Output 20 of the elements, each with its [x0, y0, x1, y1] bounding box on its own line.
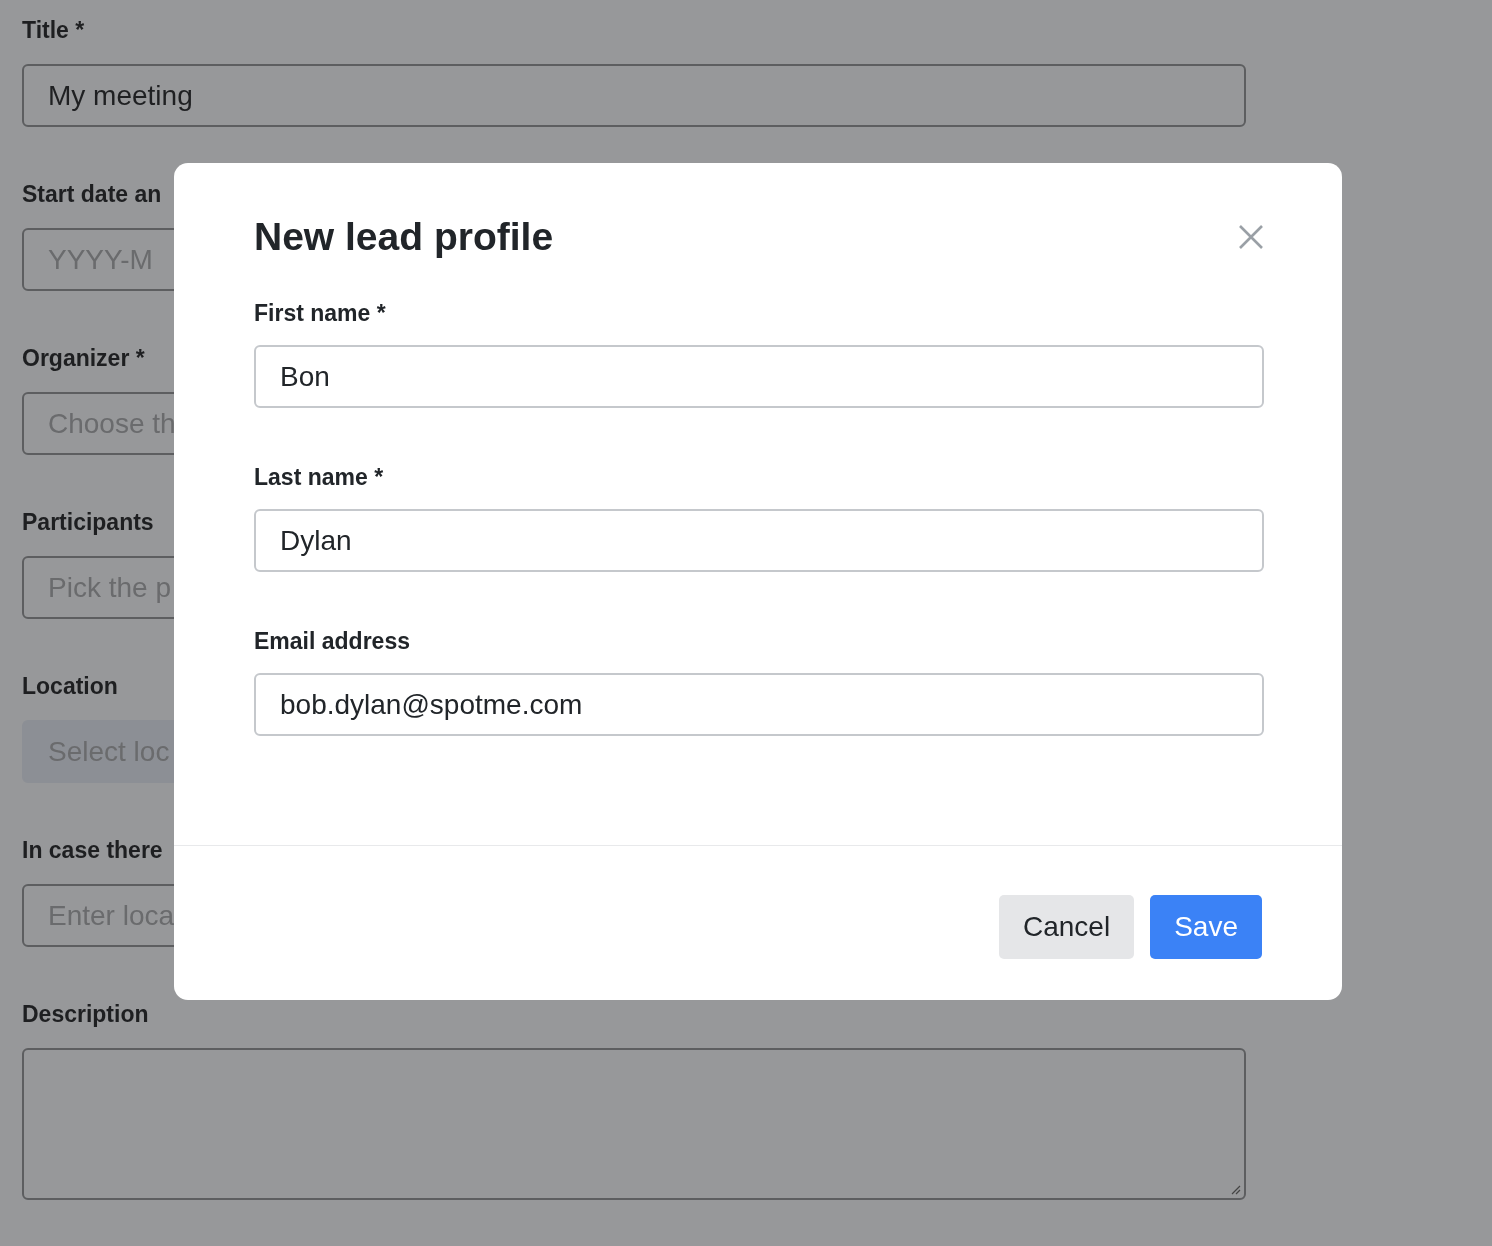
resize-grip-icon[interactable]	[1229, 1183, 1241, 1195]
field-label: First name *	[254, 299, 386, 327]
close-icon[interactable]	[1238, 224, 1264, 250]
input-field[interactable]: bob.dylan@spotme.com	[254, 673, 1264, 736]
field-label: Location	[22, 672, 118, 700]
field-label: Start date an	[22, 180, 162, 208]
text-area[interactable]	[22, 1048, 1246, 1200]
input-field[interactable]: Bon	[254, 345, 1264, 408]
field-label: Description	[22, 1000, 149, 1028]
field-label: Title *	[22, 16, 85, 44]
field-label: Organizer *	[22, 344, 145, 372]
cancel-button[interactable]: Cancel	[999, 895, 1135, 959]
field-label: In case there	[22, 836, 163, 864]
field-label: Email address	[254, 627, 410, 655]
input-field[interactable]: Dylan	[254, 509, 1264, 572]
save-button[interactable]: Save	[1150, 895, 1262, 959]
input-field[interactable]: My meeting	[22, 64, 1246, 127]
field-label: Last name *	[254, 463, 384, 491]
field-label: Participants	[22, 508, 154, 536]
modal-title: New lead profile	[254, 215, 554, 259]
